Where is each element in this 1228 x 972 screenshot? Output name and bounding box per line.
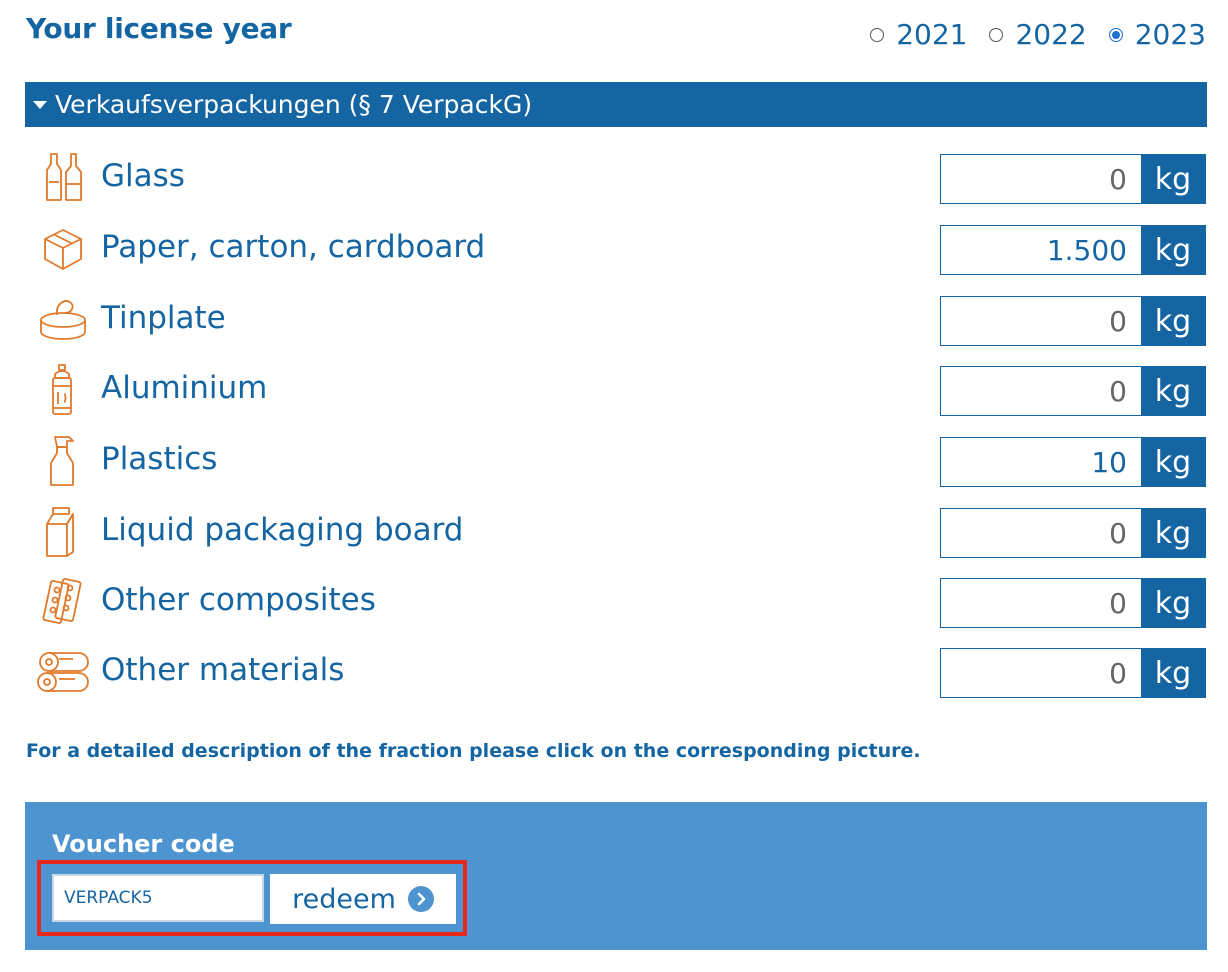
tin-can-icon[interactable] [33, 294, 93, 346]
quantity-field: kg [940, 508, 1206, 558]
radio-2023[interactable] [1108, 27, 1123, 42]
radio-2022[interactable] [989, 27, 1004, 42]
quantity-input-paper[interactable] [941, 226, 1141, 274]
glass-bottles-icon[interactable] [33, 152, 93, 204]
voucher-label: Voucher code [52, 830, 235, 858]
page-title: Your license year [26, 12, 292, 45]
year-option-2023[interactable]: 2023 [1108, 18, 1206, 51]
unit-label: kg [1141, 155, 1205, 203]
quantity-field: kg [940, 437, 1206, 487]
material-label[interactable]: Tinplate [101, 300, 226, 336]
unit-label: kg [1141, 367, 1205, 415]
quantity-input-tinplate[interactable] [941, 297, 1141, 345]
radio-2021[interactable] [870, 27, 885, 42]
rolls-icon[interactable] [33, 646, 93, 698]
material-row-other-composites: Other composites kg [25, 576, 1207, 628]
year-label-2021: 2021 [896, 18, 968, 51]
quantity-input-other-materials[interactable] [941, 649, 1141, 697]
milk-carton-icon[interactable] [33, 506, 93, 558]
material-row-liquid-packaging-board: Liquid packaging board kg [25, 506, 1207, 558]
quantity-field: kg [940, 296, 1206, 346]
material-row-aluminium: Aluminium kg [25, 364, 1207, 416]
quantity-input-glass[interactable] [941, 155, 1141, 203]
unit-label: kg [1141, 297, 1205, 345]
material-label[interactable]: Liquid packaging board [101, 512, 463, 548]
material-row-tinplate: Tinplate kg [25, 294, 1207, 346]
quantity-input-aluminium[interactable] [941, 367, 1141, 415]
unit-label: kg [1141, 579, 1205, 627]
year-label-2023: 2023 [1134, 18, 1206, 51]
material-label[interactable]: Plastics [101, 441, 217, 477]
voucher-panel: Voucher code redeem [25, 802, 1207, 950]
material-label[interactable]: Aluminium [101, 370, 267, 406]
redeem-button[interactable]: redeem [270, 874, 456, 924]
spray-can-icon[interactable] [33, 364, 93, 416]
material-row-paper: Paper, carton, cardboard kg [25, 223, 1207, 275]
material-label[interactable]: Other materials [101, 652, 344, 688]
quantity-field: kg [940, 225, 1206, 275]
quantity-field: kg [940, 648, 1206, 698]
material-label[interactable]: Paper, carton, cardboard [101, 229, 485, 265]
box-icon[interactable] [33, 223, 93, 275]
unit-label: kg [1141, 438, 1205, 486]
material-row-glass: Glass kg [25, 152, 1207, 204]
spray-bottle-icon[interactable] [33, 435, 93, 487]
chevron-right-icon [407, 886, 434, 912]
quantity-field: kg [940, 154, 1206, 204]
redeem-label: redeem [292, 883, 396, 915]
quantity-input-plastics[interactable] [941, 438, 1141, 486]
section-title: Verkaufsverpackungen (§ 7 VerpackG) [55, 90, 533, 119]
quantity-input-other-composites[interactable] [941, 579, 1141, 627]
section-toggle-verkaufsverpackungen[interactable]: Verkaufsverpackungen (§ 7 VerpackG) [25, 82, 1207, 127]
fraction-hint-text: For a detailed description of the fracti… [26, 740, 921, 762]
unit-label: kg [1141, 649, 1205, 697]
material-label[interactable]: Glass [101, 158, 185, 194]
material-row-other-materials: Other materials kg [25, 646, 1207, 698]
material-label[interactable]: Other composites [101, 582, 376, 618]
quantity-input-liquid-packaging-board[interactable] [941, 509, 1141, 557]
blister-pack-icon[interactable] [33, 576, 93, 628]
caret-down-icon [33, 100, 47, 109]
year-label-2022: 2022 [1015, 18, 1087, 51]
voucher-code-input[interactable] [52, 874, 264, 922]
material-row-plastics: Plastics kg [25, 435, 1207, 487]
year-option-2022[interactable]: 2022 [989, 18, 1087, 51]
year-option-2021[interactable]: 2021 [870, 18, 967, 51]
year-selector: 2021 2022 2023 [848, 18, 1206, 51]
unit-label: kg [1141, 509, 1205, 557]
quantity-field: kg [940, 578, 1206, 628]
quantity-field: kg [940, 366, 1206, 416]
license-year-header: Your license year 2021 2022 2023 [26, 12, 1206, 56]
unit-label: kg [1141, 226, 1205, 274]
